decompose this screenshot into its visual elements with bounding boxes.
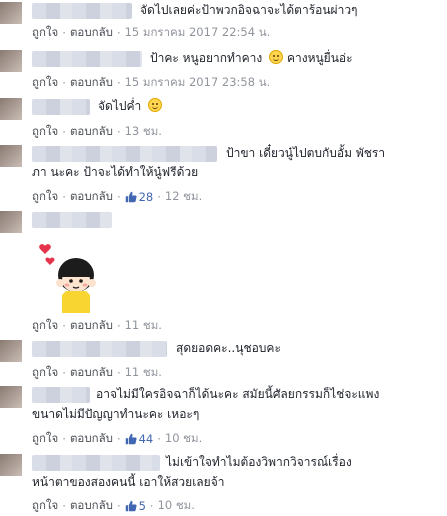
thumbs-up-icon [125,500,137,512]
like-link[interactable]: ถูกใจ [32,364,58,382]
avatar[interactable] [0,98,22,120]
like-count-value: 5 [138,499,146,513]
comment-text-line2: ขนาดไม่มีปัญญาทำนะคะ เหอะๆ [32,407,200,421]
like-count-value: 28 [138,190,154,204]
comment-timestamp[interactable]: 12 ชม. [165,188,202,206]
comment-timestamp[interactable]: 15 มกราคม 2017 22:54 น. [125,24,271,42]
comment-text-part: จัดไปค่ำ [98,99,142,113]
like-link[interactable]: ถูกใจ [32,123,58,141]
commenter-name[interactable] [32,3,132,19]
reply-link[interactable]: ตอบกลับ [70,74,113,92]
relieved-face-icon [269,50,284,64]
grinning-face-icon [148,98,163,112]
comment-text-line2: ภา นะคะ ป้าจะได้ทำให้นู๋ฟรีด้วย [32,165,199,179]
separator: · [116,366,121,380]
separator: · [62,319,66,333]
comment-text-part: ป้าคะ หนูอยากทำคาง [150,51,263,65]
separator: · [62,499,66,513]
like-count[interactable]: 28 [125,190,154,204]
avatar[interactable] [0,50,22,72]
separator: · [116,26,121,40]
avatar[interactable] [0,211,22,233]
separator: · [149,499,154,513]
avatar[interactable] [0,386,22,408]
separator: · [116,499,121,513]
commenter-name[interactable] [32,341,167,357]
separator: · [62,432,66,446]
thumbs-up-icon [125,191,137,203]
avatar[interactable] [0,454,22,476]
comment-text-part: คางหนูยื่นอ่ะ [286,51,353,65]
reply-link[interactable]: ตอบกลับ [70,24,113,42]
reply-link[interactable]: ตอบกลับ [70,123,113,141]
separator: · [62,125,66,139]
separator: · [157,190,161,204]
avatar[interactable] [0,2,22,24]
commenter-name[interactable] [32,51,142,67]
comment-text: ไม่เข้าใจทำไมต้องวิพากวิจารณ์เรื่อง [166,455,352,469]
separator: · [116,432,121,446]
reply-link[interactable]: ตอบกลับ [70,364,113,382]
comment-text: ป้าคะ หนูอยากทำคาง คางหนูยื่นอ่ะ [150,50,353,67]
commenter-name[interactable] [32,212,112,228]
reply-link[interactable]: ตอบกลับ [70,188,113,206]
like-link[interactable]: ถูกใจ [32,74,58,92]
comment-timestamp[interactable]: 10 ชม. [158,497,195,515]
separator: · [116,76,121,90]
comment-timestamp[interactable]: 10 ชม. [165,430,202,448]
comment-text: ป้าขา เดี๋ยวนู๋ไปตบกับอั้ม พัชรา [226,146,386,160]
separator: · [157,432,161,446]
comment-text: จัดไปเลยค่ะป้าพวกอิจฉาจะได้ตาร้อนผ่าวๆ [140,3,358,17]
separator: · [62,190,66,204]
avatar[interactable] [0,145,22,167]
reply-link[interactable]: ตอบกลับ [70,497,113,515]
girl-heart-sticker [39,244,96,313]
separator: · [116,190,121,204]
like-count[interactable]: 44 [125,432,154,446]
comment-text: สุดยอดคะ..นุชอบคะ [176,341,281,355]
comment-text: อาจไม่มีใครอิจฉาก็ได้นะคะ สมัยนี้ศัลยกรร… [96,387,380,401]
like-link[interactable]: ถูกใจ [32,317,58,335]
comment-text-line2: หน้าตาของสองคนนี้ เอาให้สวยเลยจ้า [32,475,225,489]
commenter-name[interactable] [32,99,90,115]
separator: · [62,76,66,90]
like-link[interactable]: ถูกใจ [32,24,58,42]
separator: · [62,366,66,380]
like-link[interactable]: ถูกใจ [32,430,58,448]
comment-text: จัดไปค่ำ [98,98,163,115]
commenter-name[interactable] [32,455,160,471]
like-count[interactable]: 5 [125,499,146,513]
separator: · [116,125,121,139]
reply-link[interactable]: ตอบกลับ [70,317,113,335]
separator: · [62,26,66,40]
like-link[interactable]: ถูกใจ [32,497,58,515]
like-link[interactable]: ถูกใจ [32,188,58,206]
comment-timestamp[interactable]: 11 ชม. [125,364,162,382]
like-count-value: 44 [138,432,154,446]
commenter-name[interactable] [32,146,217,162]
comment-timestamp[interactable]: 13 ชม. [125,123,162,141]
commenter-name[interactable] [32,387,90,403]
thumbs-up-icon [125,433,137,445]
reply-link[interactable]: ตอบกลับ [70,430,113,448]
separator: · [116,319,121,333]
avatar[interactable] [0,340,22,362]
comment-timestamp[interactable]: 11 ชม. [125,317,162,335]
comment-timestamp[interactable]: 15 มกราคม 2017 23:58 น. [125,74,271,92]
